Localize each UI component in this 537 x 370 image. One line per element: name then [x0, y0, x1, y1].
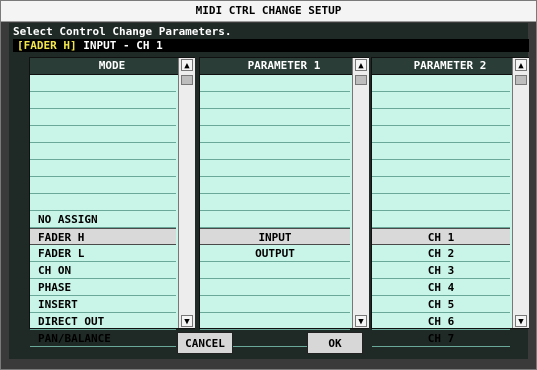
list-item[interactable]: CH 1 — [372, 228, 510, 245]
list-item[interactable]: CH ON — [30, 262, 176, 279]
list-item[interactable] — [372, 75, 510, 92]
list-item[interactable] — [372, 143, 510, 160]
list-item[interactable] — [200, 177, 350, 194]
scroll-thumb[interactable] — [355, 75, 367, 85]
list-item[interactable] — [200, 296, 350, 313]
list-item[interactable] — [372, 109, 510, 126]
list-item[interactable] — [200, 92, 350, 109]
parameter1-scrollbar[interactable]: ▲ ▼ — [352, 58, 369, 328]
parameter1-rows: INPUT OUTPUT — [200, 75, 350, 347]
list-item[interactable] — [30, 194, 176, 211]
parameter1-list[interactable]: PARAMETER 1 INPUT OUTPUT ▲ ▼ — [199, 57, 369, 347]
scroll-up-icon[interactable]: ▲ — [515, 59, 527, 71]
scroll-thumb[interactable] — [181, 75, 193, 85]
mode-list[interactable]: MODE NO ASSIGN FADER H FADER L CH ON PHASE IN… — [29, 57, 195, 347]
list-item[interactable] — [200, 313, 350, 330]
status-highlight: [FADER H] — [17, 39, 77, 52]
status-text: INPUT - CH 1 — [76, 39, 163, 52]
mode-header: MODE — [30, 58, 194, 75]
list-item[interactable] — [200, 279, 350, 296]
list-item[interactable]: PAN/BALANCE — [30, 330, 176, 347]
list-item[interactable] — [30, 75, 176, 92]
parameter2-header: PARAMETER 2 — [372, 58, 528, 75]
list-item[interactable] — [30, 109, 176, 126]
parameter2-scrollbar[interactable]: ▲ ▼ — [512, 58, 529, 328]
list-item[interactable] — [372, 92, 510, 109]
scroll-down-icon[interactable]: ▼ — [355, 315, 367, 327]
list-item[interactable]: CH 3 — [372, 262, 510, 279]
mode-rows: NO ASSIGN FADER H FADER L CH ON PHASE INSERT D… — [30, 75, 176, 347]
list-item[interactable]: CH 4 — [372, 279, 510, 296]
list-item[interactable]: CH 2 — [372, 245, 510, 262]
scroll-down-icon[interactable]: ▼ — [181, 315, 193, 327]
status-line: [FADER H] INPUT - CH 1 — [13, 39, 529, 52]
list-item[interactable] — [372, 177, 510, 194]
list-item[interactable] — [372, 160, 510, 177]
parameter1-header: PARAMETER 1 — [200, 58, 368, 75]
list-item[interactable]: CH 6 — [372, 313, 510, 330]
list-item[interactable] — [200, 109, 350, 126]
list-item[interactable]: OUTPUT — [200, 245, 350, 262]
list-item[interactable] — [30, 160, 176, 177]
list-item[interactable] — [200, 194, 350, 211]
list-item[interactable]: FADER H — [30, 228, 176, 245]
list-item[interactable] — [200, 262, 350, 279]
scroll-down-icon[interactable]: ▼ — [515, 315, 527, 327]
list-item[interactable] — [200, 143, 350, 160]
window-title: MIDI CTRL CHANGE SETUP — [1, 1, 536, 22]
list-item[interactable]: INPUT — [200, 228, 350, 245]
mode-scrollbar[interactable]: ▲ ▼ — [178, 58, 195, 328]
list-item[interactable] — [30, 177, 176, 194]
scroll-up-icon[interactable]: ▲ — [181, 59, 193, 71]
parameter2-rows: CH 1 CH 2 CH 3 CH 4 CH 5 CH 6 CH 7 — [372, 75, 510, 347]
list-item[interactable]: NO ASSIGN — [30, 211, 176, 228]
list-item[interactable] — [200, 126, 350, 143]
scroll-thumb[interactable] — [515, 75, 527, 85]
list-item[interactable]: DIRECT OUT — [30, 313, 176, 330]
ok-button[interactable]: OK — [307, 332, 363, 354]
list-item[interactable]: CH 5 — [372, 296, 510, 313]
list-item[interactable]: CH 7 — [372, 330, 510, 347]
prompt-text: Select Control Change Parameters. — [13, 25, 232, 38]
cancel-button[interactable]: CANCEL — [177, 332, 233, 354]
list-item[interactable] — [200, 211, 350, 228]
list-item[interactable] — [30, 126, 176, 143]
list-item[interactable]: FADER L — [30, 245, 176, 262]
list-item[interactable] — [372, 126, 510, 143]
list-item[interactable] — [372, 194, 510, 211]
list-item[interactable] — [30, 143, 176, 160]
list-item[interactable] — [200, 75, 350, 92]
list-item[interactable]: INSERT — [30, 296, 176, 313]
list-item[interactable] — [200, 160, 350, 177]
list-item[interactable]: PHASE — [30, 279, 176, 296]
parameter2-list[interactable]: PARAMETER 2 CH 1 CH 2 CH 3 CH 4 CH 5 CH 6 CH 7… — [371, 57, 529, 347]
list-item[interactable] — [372, 211, 510, 228]
scroll-up-icon[interactable]: ▲ — [355, 59, 367, 71]
midi-ctrl-change-setup-window: MIDI CTRL CHANGE SETUP Select Control Ch… — [0, 0, 537, 370]
list-item[interactable] — [30, 92, 176, 109]
